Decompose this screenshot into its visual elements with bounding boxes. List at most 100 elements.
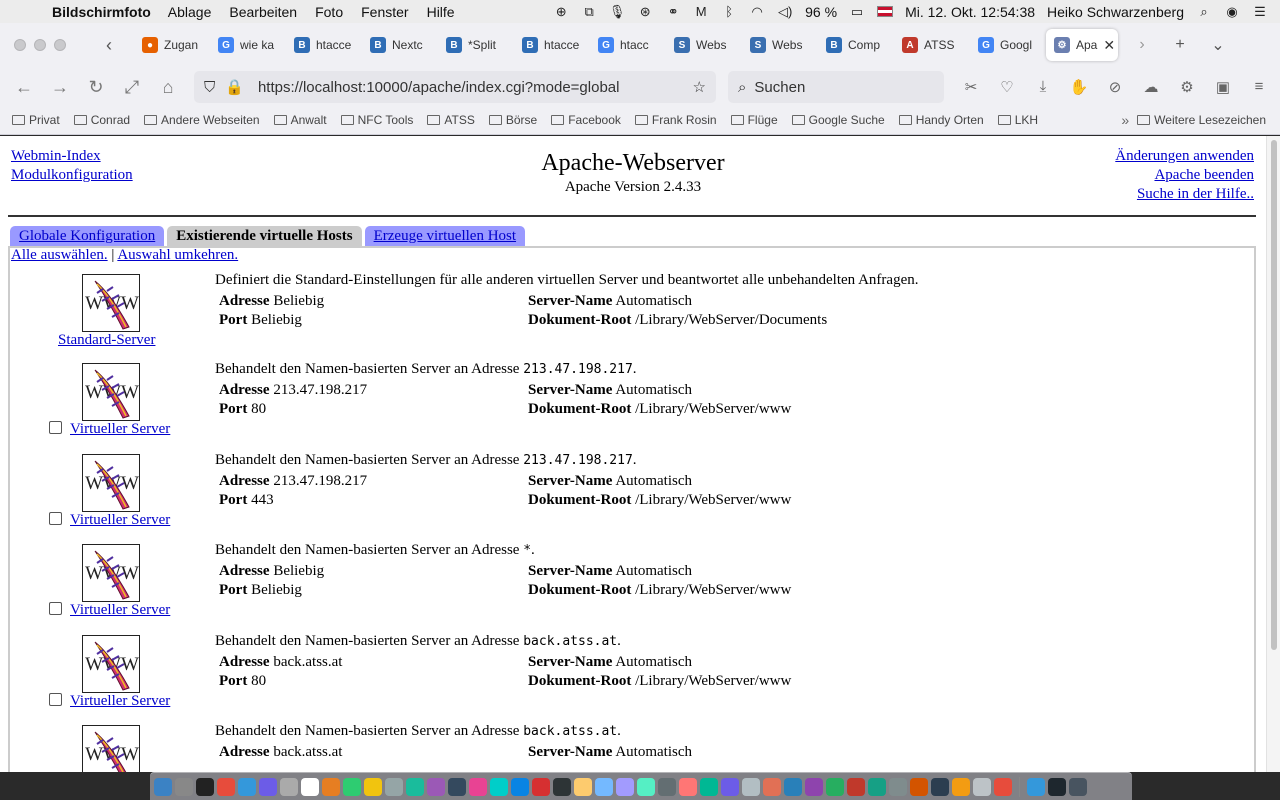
input-source-flag-icon[interactable]	[877, 6, 894, 17]
dock-app-icon[interactable]	[847, 777, 865, 796]
bookmark-folder-5[interactable]: ATSS	[427, 113, 475, 127]
dock-app-icon[interactable]	[364, 777, 382, 796]
url-text[interactable]: https://localhost:10000/apache/index.cgi…	[258, 79, 620, 96]
accessibility-icon[interactable]: ⊛	[637, 4, 653, 19]
extension-icon[interactable]: ✋	[1068, 78, 1090, 96]
minimize-window-button[interactable]	[34, 39, 46, 51]
expand-icon[interactable]: ⤢	[114, 77, 150, 98]
dock-app-icon[interactable]	[784, 777, 802, 796]
close-window-button[interactable]	[14, 39, 26, 51]
tab-4[interactable]: B *Split	[438, 29, 514, 61]
dock-app-icon[interactable]	[931, 777, 949, 796]
scrollbar-thumb[interactable]	[1271, 140, 1277, 650]
dock-app-icon[interactable]	[994, 777, 1012, 796]
tab-1[interactable]: Gwie ka	[210, 29, 286, 61]
apache-www-icon[interactable]: WWW	[82, 454, 140, 512]
dock-app-icon[interactable]	[511, 777, 529, 796]
tab-11[interactable]: G Googl	[970, 29, 1046, 61]
new-tab-icon[interactable]: +	[1166, 36, 1194, 54]
menu-hilfe[interactable]: Hilfe	[427, 4, 455, 20]
teamviewer-icon[interactable]: ⧉	[581, 4, 597, 19]
screenshot-icon[interactable]: ✂	[960, 78, 982, 96]
dock-app-icon[interactable]	[1069, 777, 1087, 796]
dock-app-icon[interactable]	[763, 777, 781, 796]
menu-fenster[interactable]: Fenster	[361, 4, 408, 20]
siri-icon[interactable]: ◉	[1224, 4, 1240, 19]
home-icon[interactable]: ⌂	[150, 77, 186, 98]
bookmark-folder-2[interactable]: Andere Webseiten	[144, 113, 260, 127]
battery-icon[interactable]: ▭	[849, 4, 865, 19]
dock-app-icon[interactable]	[406, 777, 424, 796]
apache-www-icon[interactable]: WWW	[82, 635, 140, 693]
bookmark-folder-1[interactable]: Conrad	[73, 113, 130, 127]
bookmark-folder-0[interactable]: Privat	[12, 113, 60, 127]
status-menu-icon[interactable]: ⊕	[553, 4, 569, 19]
menu-foto[interactable]: Foto	[315, 4, 343, 20]
server-link[interactable]: Standard-Server	[58, 332, 155, 348]
dock-app-icon[interactable]	[469, 777, 487, 796]
tab-5[interactable]: Bhtacce	[514, 29, 590, 61]
dock-app-icon[interactable]	[574, 777, 592, 796]
tab-scroll-left-icon[interactable]: ‹	[106, 35, 128, 56]
sync-icon[interactable]: ⊘	[1104, 78, 1126, 96]
bookmark-folder-8[interactable]: Frank Rosin	[634, 113, 717, 127]
tab-scroll-right-icon[interactable]: ›	[1128, 36, 1156, 54]
url-bar[interactable]: ⛉ 🔒 https://localhost:10000/apache/index…	[194, 71, 716, 103]
invert-selection-link[interactable]: Auswahl umkehren.	[117, 247, 238, 263]
select-all-link[interactable]: Alle auswählen.	[11, 247, 108, 263]
dock-app-icon[interactable]	[658, 777, 676, 796]
dock-app-icon[interactable]	[868, 777, 886, 796]
binoculars-icon[interactable]: ⚭	[665, 4, 681, 19]
module-config-link[interactable]: Modulkonfiguration	[11, 167, 133, 183]
dock-app-icon[interactable]	[889, 777, 907, 796]
dock-app-icon[interactable]	[196, 777, 214, 796]
apache-www-icon[interactable]: WWW	[82, 274, 140, 332]
tab-3[interactable]: B Nextc	[362, 29, 438, 61]
tab-10[interactable]: A ATSS	[894, 29, 970, 61]
dock-app-icon[interactable]	[322, 777, 340, 796]
apache-www-icon[interactable]: WWW	[82, 544, 140, 602]
tab-global-config[interactable]: Globale Konfiguration	[10, 226, 165, 246]
search-input[interactable]: ⌕ Suchen	[728, 71, 944, 103]
dock-app-icon[interactable]	[679, 777, 697, 796]
dock-app-icon[interactable]	[952, 777, 970, 796]
server-select-checkbox[interactable]	[49, 693, 62, 706]
dock-app-icon[interactable]	[259, 777, 277, 796]
dock-app-icon[interactable]	[721, 777, 739, 796]
dock-app-icon[interactable]	[973, 777, 991, 796]
server-link[interactable]: Virtueller Server	[70, 602, 170, 618]
app-menu[interactable]: Bildschirmfoto	[52, 4, 151, 20]
tab-2[interactable]: Bhtacce	[286, 29, 362, 61]
notification-center-icon[interactable]: ☰	[1252, 4, 1268, 19]
downloads-icon[interactable]: ⤓	[1032, 78, 1054, 96]
server-link[interactable]: Virtueller Server	[70, 512, 170, 528]
bookmarks-overflow-icon[interactable]: »	[1121, 112, 1129, 128]
tracking-shield-icon[interactable]: ⛉	[204, 79, 215, 96]
menu-bearbeiten[interactable]: Bearbeiten	[229, 4, 297, 20]
webmin-index-link[interactable]: Webmin-Index	[11, 148, 101, 164]
dock-app-icon[interactable]	[595, 777, 613, 796]
dock-app-icon[interactable]	[301, 777, 319, 796]
malwarebytes-icon[interactable]: M	[693, 4, 709, 19]
dock-app-icon[interactable]	[805, 777, 823, 796]
spotlight-search-icon[interactable]: ⌕	[1196, 4, 1212, 19]
microphone-icon[interactable]: 🎙	[609, 4, 626, 19]
close-tab-icon[interactable]: ✕	[1103, 37, 1115, 54]
bookmark-folder-12[interactable]: LKH	[997, 113, 1038, 127]
hamburger-menu-icon[interactable]: ≡	[1248, 78, 1270, 96]
apply-changes-link[interactable]: Änderungen anwenden	[1115, 148, 1254, 164]
dock-app-icon[interactable]	[1048, 777, 1066, 796]
dock-app-icon[interactable]	[826, 777, 844, 796]
tab-6[interactable]: Ghtacc	[590, 29, 666, 61]
tab-existing-hosts[interactable]: Existierende virtuelle Hosts	[167, 226, 362, 246]
settings-gear-icon[interactable]: ⚙	[1176, 78, 1198, 96]
dock-app-icon[interactable]	[217, 777, 235, 796]
bluetooth-icon[interactable]: ᛒ	[721, 4, 737, 19]
tab-0[interactable]: ● Zugan	[134, 29, 210, 61]
bookmark-more-folder[interactable]: Weitere Lesezeichen	[1137, 113, 1266, 127]
reload-icon[interactable]: ↻	[78, 77, 114, 98]
dock-app-icon[interactable]	[700, 777, 718, 796]
bookmark-folder-3[interactable]: Anwalt	[273, 113, 327, 127]
menu-ablage[interactable]: Ablage	[168, 4, 212, 20]
tab-create-host-label[interactable]: Erzeuge virtuellen Host	[374, 228, 516, 245]
